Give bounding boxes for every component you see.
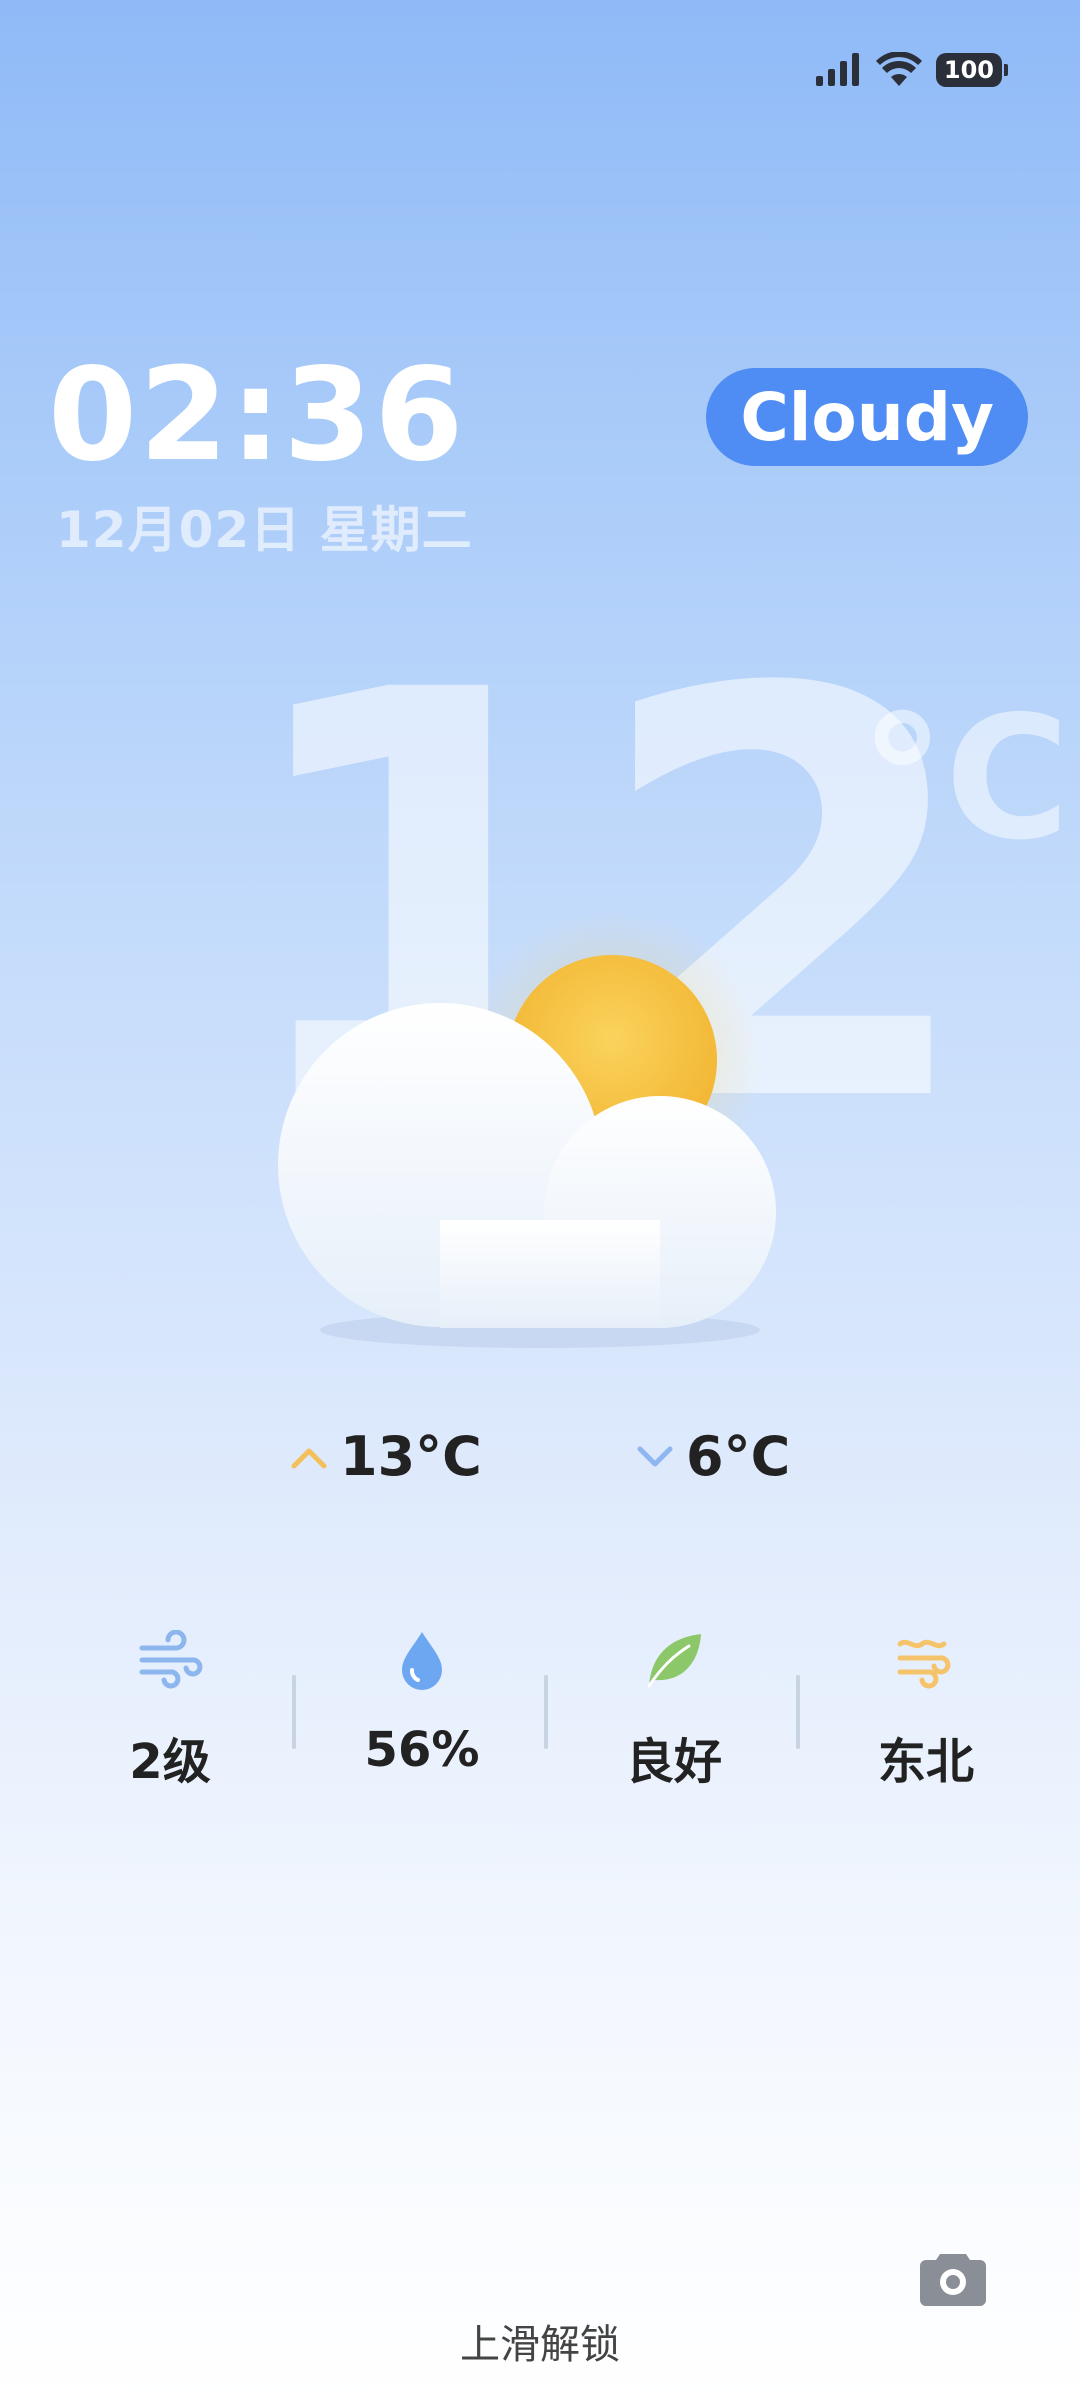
camera-icon[interactable] [918,2248,988,2308]
metric-divider [292,1675,296,1749]
wifi-icon [875,52,922,86]
status-bar: 100 [814,52,1008,88]
high-temperature: 13°C [290,1425,482,1488]
wind-direction-metric: 东北 [826,1620,1026,1792]
metric-divider [796,1675,800,1749]
chevron-up-icon [291,1448,327,1468]
weather-condition-badge[interactable]: Cloudy [706,368,1028,466]
air-quality-leaf-icon [647,1634,701,1688]
humidity-metric: 56% [322,1620,522,1778]
wind-icon [139,1630,203,1689]
battery-level: 100 [943,56,994,84]
wind-level-value: 2级 [129,1734,211,1790]
chevron-down-icon [637,1446,673,1466]
humidity-drop-icon [402,1632,442,1690]
wind-level-metric: 2级 [70,1620,270,1792]
high-temperature-value: 13°C [340,1425,482,1488]
air-quality-value: 良好 [625,1734,722,1790]
swipe-up-unlock-hint[interactable]: 上滑解锁 [0,2312,1080,2370]
low-temperature: 6°C [636,1425,790,1488]
battery-icon: 100 [935,53,1008,87]
air-quality-metric: 良好 [574,1620,774,1792]
cellular-signal-icon [815,53,859,86]
wind-direction-icon [897,1639,951,1689]
lockscreen-date: 12月02日 星期二 [56,501,473,559]
temperature-unit: °C [860,680,1070,878]
low-temperature-value: 6°C [686,1425,791,1488]
partly-cloudy-icon [278,910,776,1348]
lockscreen-clock: 02:36 [48,341,466,490]
metric-divider [544,1675,548,1749]
humidity-value: 56% [364,1722,480,1778]
wind-direction-value: 东北 [877,1734,974,1790]
